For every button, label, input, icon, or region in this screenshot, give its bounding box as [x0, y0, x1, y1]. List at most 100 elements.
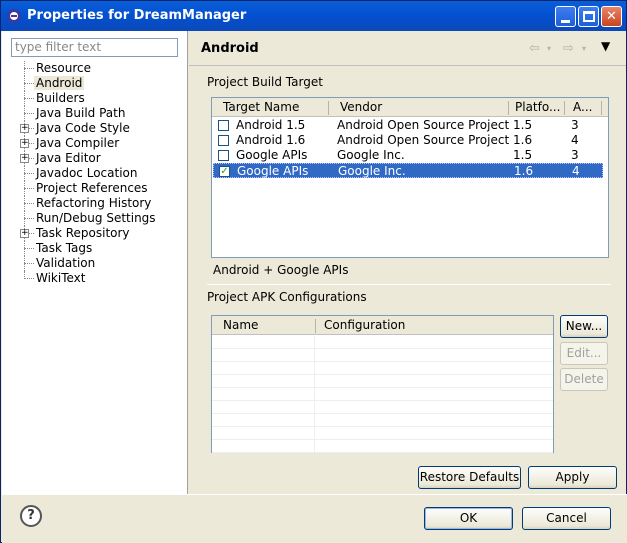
tree-item[interactable]: + Java Editor	[2, 151, 188, 166]
apply-button[interactable]: Apply	[528, 466, 617, 489]
column-divider	[315, 319, 316, 333]
tree-item[interactable]: Run/Debug Settings	[2, 211, 188, 226]
expand-icon[interactable]: +	[20, 154, 29, 163]
cell-name: Android 1.5	[236, 118, 306, 132]
tree-line	[24, 98, 34, 99]
back-arrow-icon[interactable]: ⇦	[529, 41, 540, 56]
cell-platform: 1.6	[513, 133, 533, 147]
table-row[interactable]: ✓ Google APIs Google Inc. 1.6 4	[213, 163, 603, 178]
new-button[interactable]: New...	[560, 315, 608, 338]
tree-item-label: Validation	[36, 256, 96, 270]
delete-button[interactable]: Delete	[560, 368, 608, 391]
tree-item-label: Task Tags	[36, 241, 93, 255]
empty-row	[212, 349, 553, 362]
tree-item-label: Builders	[36, 91, 85, 105]
tree-line	[24, 113, 34, 114]
table-row[interactable]: Google APIs Google Inc. 1.5 3	[213, 148, 603, 163]
ok-label: OK	[459, 511, 478, 525]
build-target-label: Project Build Target	[207, 75, 323, 89]
tree-line	[24, 68, 34, 69]
properties-dialog: Properties for DreamManager ✕ type filte…	[0, 0, 627, 543]
tree-item[interactable]: Project References	[2, 181, 188, 196]
minimize-button[interactable]	[555, 6, 576, 27]
forward-arrow-icon[interactable]: ⇨	[563, 41, 574, 56]
ok-button[interactable]: OK	[424, 507, 513, 530]
tree-item[interactable]: + Java Compiler	[2, 136, 188, 151]
separator	[207, 284, 611, 285]
apk-config-table: Name Configuration	[211, 315, 554, 453]
col-vendor[interactable]: Vendor	[340, 100, 382, 114]
tree-item[interactable]: Android	[2, 76, 188, 91]
edit-button[interactable]: Edit...	[560, 342, 608, 365]
col-name[interactable]: Name	[223, 318, 258, 332]
right-pane: Android ⇦ ▾ ⇨ ▾ ▼ Project Build Target T…	[189, 31, 626, 494]
column-divider	[564, 101, 565, 115]
tree-item[interactable]: Resource	[2, 61, 188, 76]
close-button[interactable]: ✕	[601, 6, 622, 27]
cell-platform: 1.5	[513, 118, 533, 132]
tree-item[interactable]: Javadoc Location	[2, 166, 188, 181]
help-icon[interactable]: ?	[20, 505, 42, 527]
checkbox[interactable]	[218, 135, 229, 146]
tree-item[interactable]: + Task Repository	[2, 226, 188, 241]
tree-item[interactable]: WikiText	[2, 271, 188, 286]
cell-api: 4	[572, 164, 580, 178]
target-description: Android + Google APIs	[213, 263, 349, 277]
tree-line	[24, 203, 34, 204]
cell-vendor: Android Open Source Project	[337, 133, 510, 147]
col-api[interactable]: A...	[573, 100, 592, 114]
tree-item-label: Refactoring History	[36, 196, 152, 210]
cancel-button[interactable]: Cancel	[522, 507, 611, 530]
restore-defaults-button[interactable]: Restore Defaults	[418, 466, 521, 489]
tree-item[interactable]: Builders	[2, 91, 188, 106]
back-dropdown-icon[interactable]: ▾	[547, 44, 551, 53]
maximize-icon	[583, 11, 595, 22]
tree-item-label: Java Compiler	[36, 136, 120, 150]
cell-platform: 1.6	[514, 164, 534, 178]
tree-item-label: Java Build Path	[36, 106, 126, 120]
checkbox[interactable]	[218, 120, 229, 131]
forward-dropdown-icon[interactable]: ▾	[582, 44, 586, 53]
tree-item[interactable]: + Java Code Style	[2, 121, 188, 136]
column-divider	[508, 101, 509, 115]
cell-name: Android 1.6	[236, 133, 306, 147]
tree-item[interactable]: Java Build Path	[2, 106, 188, 121]
table-row[interactable]: Android 1.5 Android Open Source Project 1.…	[213, 118, 603, 133]
cell-api: 3	[571, 148, 579, 162]
empty-row	[212, 336, 553, 349]
left-pane: type filter text Resource Android Builders…	[2, 31, 188, 494]
expand-icon[interactable]: +	[20, 229, 29, 238]
build-target-header: Target Name Vendor Platfo... A...	[212, 98, 608, 117]
view-menu-icon[interactable]: ▼	[601, 39, 610, 53]
tree-line	[24, 263, 34, 264]
tree-item[interactable]: Task Tags	[2, 241, 188, 256]
filter-input[interactable]: type filter text	[11, 38, 178, 57]
column-divider	[328, 101, 329, 115]
empty-row	[212, 401, 553, 414]
col-target-name[interactable]: Target Name	[223, 100, 299, 114]
expand-icon[interactable]: +	[20, 139, 29, 148]
tree-item-label: Javadoc Location	[36, 166, 138, 180]
tree-item[interactable]: Validation	[2, 256, 188, 271]
col-platform[interactable]: Platfo...	[515, 100, 560, 114]
table-row[interactable]: Android 1.6 Android Open Source Project 1.…	[213, 133, 603, 148]
title-bar[interactable]: Properties for DreamManager ✕	[1, 1, 626, 31]
col-configuration[interactable]: Configuration	[324, 318, 405, 332]
empty-row	[212, 375, 553, 388]
edit-button-label: Edit...	[566, 346, 602, 360]
maximize-button[interactable]	[578, 6, 599, 27]
minimize-icon	[561, 20, 570, 23]
tree-line	[24, 278, 34, 279]
expand-icon[interactable]: +	[20, 124, 29, 133]
cell-platform: 1.5	[513, 148, 533, 162]
apply-label: Apply	[555, 470, 590, 484]
cell-vendor: Google Inc.	[338, 164, 406, 178]
cancel-label: Cancel	[546, 511, 587, 525]
cell-name: Google APIs	[237, 164, 309, 178]
apk-config-label: Project APK Configurations	[207, 290, 367, 304]
checkbox[interactable]: ✓	[219, 166, 230, 177]
cell-name: Google APIs	[236, 148, 308, 162]
checkbox[interactable]	[218, 150, 229, 161]
tree-item[interactable]: Refactoring History	[2, 196, 188, 211]
empty-row	[212, 440, 553, 453]
